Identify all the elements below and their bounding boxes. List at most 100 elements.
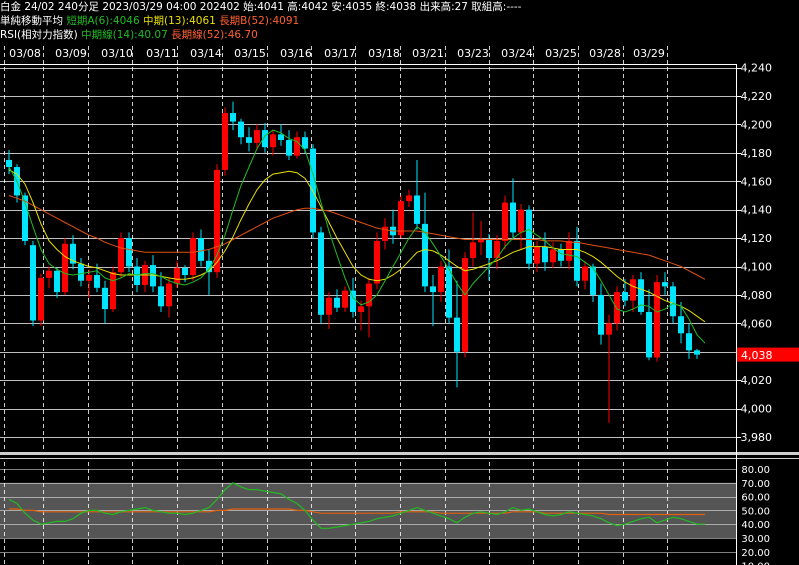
candle-up (46, 270, 52, 278)
price-tick-label: 4,160 (741, 175, 773, 188)
candle-up (550, 249, 556, 263)
price-tick-label: 4,060 (741, 317, 773, 330)
candle-up (166, 283, 172, 307)
last-price-label: 4,038 (741, 349, 773, 362)
candle-down (334, 297, 340, 308)
date-label: 03/17 (324, 47, 356, 60)
date-label: 03/25 (545, 47, 577, 60)
candle-up (190, 238, 196, 276)
price-tick-label: 4,180 (741, 147, 773, 160)
candle-down (246, 137, 252, 143)
candle-down (454, 317, 460, 352)
price-tick-label: 4,140 (741, 204, 773, 217)
candle-down (622, 292, 628, 301)
candle-down (662, 282, 668, 287)
rsi-tick-label: 10.00 (741, 562, 770, 565)
candle-down (638, 279, 644, 312)
rsi-tick-label: 50.00 (741, 506, 770, 517)
candle-up (342, 290, 348, 308)
candle-down (670, 286, 676, 317)
candle-down (302, 137, 308, 149)
rsi-tick-label: 60.00 (741, 493, 770, 504)
rsi-tick-label: 20.00 (741, 548, 770, 559)
candle-down (678, 316, 684, 334)
date-label: 03/14 (190, 47, 222, 60)
price-tick-label: 4,240 (741, 62, 773, 75)
candle-down (414, 195, 420, 224)
candle-down (486, 239, 492, 258)
rsi-tick-label: 70.00 (741, 479, 770, 490)
candle-down (542, 246, 548, 263)
candle-down (6, 159, 12, 168)
candle-up (222, 113, 228, 170)
candle-up (398, 201, 404, 236)
candle-down (430, 286, 436, 293)
price-tick-label: 4,200 (741, 118, 773, 131)
candle-up (438, 266, 444, 293)
date-label: 03/10 (101, 47, 133, 60)
candle-down (318, 232, 324, 315)
candle-up (254, 130, 260, 143)
price-tick-label: 3,980 (741, 431, 773, 444)
date-label: 03/15 (234, 47, 266, 60)
candle-down (686, 333, 692, 351)
date-label: 03/23 (457, 47, 489, 60)
candle-up (174, 267, 180, 284)
panel-divider (0, 452, 799, 455)
candle-down (510, 202, 516, 233)
candle-down (182, 267, 188, 276)
candle-down (558, 249, 564, 261)
candle-up (326, 297, 332, 315)
candle-down (126, 238, 132, 267)
candle-up (294, 137, 300, 156)
candle-down (238, 121, 244, 138)
candle-down (134, 266, 140, 285)
date-label: 03/11 (146, 47, 178, 60)
candle-down (574, 240, 580, 281)
candle-up (606, 323, 612, 335)
candle-down (278, 134, 284, 141)
price-tick-label: 4,220 (741, 90, 773, 103)
candle-up (406, 195, 412, 202)
candle-down (102, 287, 108, 310)
candle-up (118, 238, 124, 273)
candle-up (462, 257, 468, 352)
price-tick-label: 4,080 (741, 289, 773, 302)
price-tick-label: 4,120 (741, 232, 773, 245)
price-tick-label: 4,000 (741, 403, 773, 416)
candle-down (694, 350, 700, 355)
date-label: 03/16 (280, 47, 312, 60)
candle-up (470, 242, 476, 258)
candle-down (646, 311, 652, 358)
candle-down (30, 245, 36, 321)
candle-down (94, 275, 100, 288)
candle-down (158, 286, 164, 307)
date-label: 03/18 (368, 47, 400, 60)
candle-down (230, 113, 236, 122)
candle-up (566, 240, 572, 261)
candle-down (54, 270, 60, 293)
candle-up (582, 266, 588, 281)
candlestick-chart[interactable]: 03/08 03/09 03/10 03/11 03/14 03/15 03/16 03/17… (0, 0, 799, 565)
date-label: 03/28 (589, 47, 621, 60)
candle-up (374, 240, 380, 284)
candle-up (110, 272, 116, 310)
candle-down (198, 238, 204, 261)
price-tick-label: 4,020 (741, 374, 773, 387)
candle-up (518, 209, 524, 233)
date-label: 03/29 (633, 47, 665, 60)
date-label: 03/08 (9, 47, 41, 60)
candle-down (446, 266, 452, 318)
candle-up (654, 282, 660, 358)
candle-down (286, 140, 292, 156)
candle-up (630, 279, 636, 301)
candle-up (270, 134, 276, 148)
chart-window: 白金 24/02 240分足 2023/03/29 04:00 202402 始… (0, 0, 799, 565)
candle-up (38, 277, 44, 321)
date-label: 03/21 (412, 47, 444, 60)
rsi-tick-label: 80.00 (741, 465, 770, 476)
date-label: 03/24 (501, 47, 533, 60)
rsi-tick-label: 40.00 (741, 520, 770, 531)
rsi-tick-label: 30.00 (741, 534, 770, 545)
candle-down (598, 294, 604, 335)
